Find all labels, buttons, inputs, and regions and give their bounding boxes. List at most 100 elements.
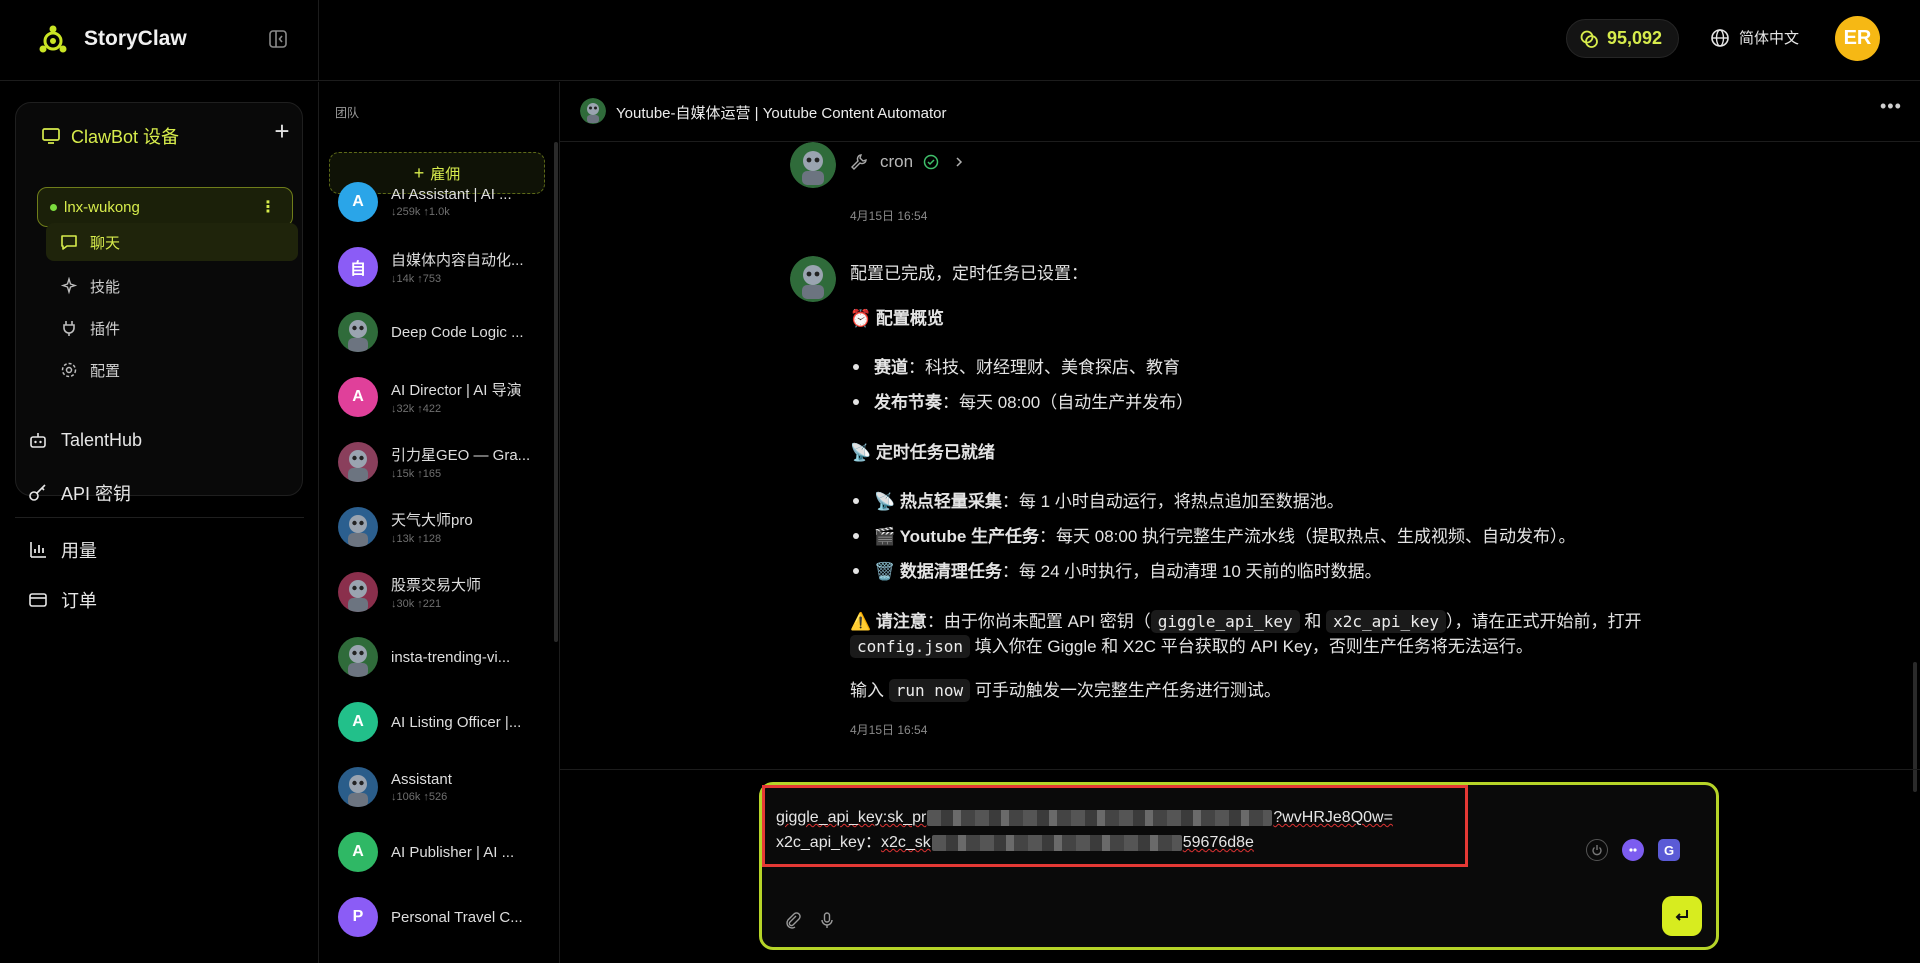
member-text: 天气大师pro ↓13k ↑128 xyxy=(391,509,536,545)
team-scrollbar[interactable] xyxy=(554,142,558,642)
add-device-button[interactable]: + xyxy=(271,118,293,144)
bot-avatar xyxy=(790,142,836,188)
brand-name: StoryClaw xyxy=(84,27,187,50)
member-name: 股票交易大师 xyxy=(391,577,482,594)
member-name: 自媒体内容自动化... xyxy=(391,252,524,269)
member-token-stats: ↓106k ↑526 xyxy=(391,791,448,803)
microphone-icon[interactable] xyxy=(818,911,836,929)
devices-header: ClawBot 设备 xyxy=(41,123,179,149)
member-avatar: P xyxy=(338,897,378,937)
bullet-dot xyxy=(853,533,859,539)
team-member[interactable]: 引力星GEO — Gra... ↓15k ↑165 xyxy=(338,437,538,487)
menu-item-talenthub[interactable]: TalentHub xyxy=(28,430,142,451)
nav-label-chat: 聊天 xyxy=(90,234,121,252)
credits-badge[interactable]: 95,092 xyxy=(1566,19,1680,58)
brand[interactable]: StoryClaw xyxy=(38,24,187,54)
member-text: 股票交易大师 ↓30k ↑221 xyxy=(391,574,536,610)
grammar-extension-icon[interactable]: G xyxy=(1658,839,1680,861)
code-giggle-key: giggle_api_key xyxy=(1150,610,1300,633)
team-member[interactable]: 股票交易大师 ↓30k ↑221 xyxy=(338,567,538,617)
robot-avatar-icon xyxy=(348,775,368,807)
member-avatar xyxy=(338,637,378,677)
online-status-dot xyxy=(50,203,57,211)
team-member[interactable]: 天气大师pro ↓13k ↑128 xyxy=(338,502,538,552)
member-name: AI Listing Officer |... xyxy=(391,713,522,731)
send-button[interactable] xyxy=(1662,896,1702,936)
team-member[interactable]: A AI Assistant | AI ... ↓259k ↑1.0k xyxy=(338,177,538,227)
tool-name: cron xyxy=(880,152,914,171)
member-text: AI Listing Officer |... xyxy=(391,714,536,731)
more-vertical-icon[interactable]: ⋮ xyxy=(260,197,276,217)
paperclip-icon[interactable] xyxy=(784,911,802,929)
coins-icon xyxy=(1580,30,1598,48)
top-bar: StoryClaw 95,092 简体中文 ER xyxy=(0,0,1920,81)
nav-item-skills[interactable]: 技能 xyxy=(46,267,298,305)
member-text: AI Assistant | AI ... ↓259k ↑1.0k xyxy=(391,186,536,218)
team-member[interactable]: insta-trending-vi... xyxy=(338,632,538,682)
nav-item-plugins[interactable]: 插件 xyxy=(46,309,298,347)
agent-avatar xyxy=(580,98,606,124)
member-avatar xyxy=(338,572,378,612)
message-composer[interactable]: giggle_api_key:sk_pr ?wvHRJe8Q0w= x2c_ap… xyxy=(759,782,1719,950)
bar-chart-icon xyxy=(30,542,46,558)
member-text: 引力星GEO — Gra... ↓15k ↑165 xyxy=(391,444,536,480)
chat-icon xyxy=(61,235,77,250)
credits-value: 95,092 xyxy=(1607,28,1663,48)
ai-assistant-extension-icon[interactable] xyxy=(1622,839,1644,861)
team-member[interactable]: A AI Listing Officer |... xyxy=(338,697,538,747)
more-horizontal-icon[interactable]: ••• xyxy=(1880,96,1902,117)
member-text: insta-trending-vi... xyxy=(391,649,536,666)
member-avatar xyxy=(338,767,378,807)
bot-avatar xyxy=(790,256,836,302)
composer-divider xyxy=(560,769,1920,770)
robot-avatar-icon xyxy=(580,98,606,124)
nav-item-chat[interactable]: 聊天 xyxy=(46,223,298,261)
message-timestamp: 4月15日 16:54 xyxy=(850,723,928,737)
collapse-sidebar-icon[interactable] xyxy=(268,29,288,49)
member-name: AI Publisher | AI ... xyxy=(391,843,515,861)
run-now-hint: 输入 run now 可手动触发一次完整生产任务进行测试。 xyxy=(850,679,1281,702)
chat-scrollbar[interactable] xyxy=(1913,662,1917,792)
robot-avatar-icon xyxy=(348,320,368,352)
chat-panel: Youtube-自媒体运营 | Youtube Content Automato… xyxy=(560,82,1920,963)
member-token-stats: ↓14k ↑753 xyxy=(391,273,442,285)
bullet-dot xyxy=(853,498,859,504)
menu-item-usage[interactable]: 用量 xyxy=(28,537,97,563)
chevron-right-icon[interactable] xyxy=(951,154,967,170)
robot-avatar-icon xyxy=(348,580,368,612)
monitor-icon xyxy=(42,128,60,144)
section-title-overview: ⏰ 配置概览 xyxy=(850,309,944,328)
nav-item-config[interactable]: 配置 xyxy=(46,351,298,389)
team-member[interactable]: A AI Publisher | AI ... xyxy=(338,827,538,877)
warning-line-1: ⚠️ 请注意：由于你尚未配置 API 密钥（ giggle_api_key 和 x… xyxy=(850,610,1642,633)
device-selector[interactable]: lnx-wukong ⋮ xyxy=(37,187,293,227)
robot-avatar-icon xyxy=(348,515,368,547)
user-avatar[interactable]: ER xyxy=(1835,16,1880,61)
language-switcher[interactable]: 简体中文 xyxy=(1710,27,1799,48)
member-name: Deep Code Logic ... xyxy=(391,323,524,341)
bullet-track: 赛道：科技、财经理财、美食探店、教育 xyxy=(874,358,1180,377)
wrench-icon xyxy=(851,154,867,170)
robot-avatar-icon xyxy=(348,645,368,677)
member-avatar: 自 xyxy=(338,247,378,287)
team-member[interactable]: 自自媒体内容自动化... ↓14k ↑753 xyxy=(338,242,538,292)
tool-call-row[interactable]: cron xyxy=(850,152,967,172)
section-title-tasks: 📡 定时任务已就绪 xyxy=(850,443,995,462)
power-icon[interactable] xyxy=(1586,839,1608,861)
globe-icon xyxy=(1711,28,1729,47)
card-icon xyxy=(29,593,47,607)
sparkles-icon xyxy=(60,277,78,295)
bullet-youtube-task: 🎬 Youtube 生产任务：每天 08:00 执行完整生产流水线（提取热点、生… xyxy=(874,527,1576,546)
plug-icon xyxy=(63,321,75,336)
menu-label-usage: 用量 xyxy=(61,541,97,561)
menu-item-orders[interactable]: 订单 xyxy=(28,587,97,613)
nav-label-skills: 技能 xyxy=(90,278,121,296)
menu-item-api-keys[interactable]: API 密钥 xyxy=(28,480,131,506)
member-text: Deep Code Logic ... xyxy=(391,324,536,341)
team-member[interactable]: Deep Code Logic ... xyxy=(338,307,538,357)
code-run-now: run now xyxy=(888,679,971,702)
team-member[interactable]: A AI Director | AI 导演 ↓32k ↑422 xyxy=(338,372,538,422)
team-member[interactable]: P Personal Travel C... xyxy=(338,892,538,942)
team-member[interactable]: Assistant ↓106k ↑526 xyxy=(338,762,538,812)
member-avatar xyxy=(338,442,378,482)
